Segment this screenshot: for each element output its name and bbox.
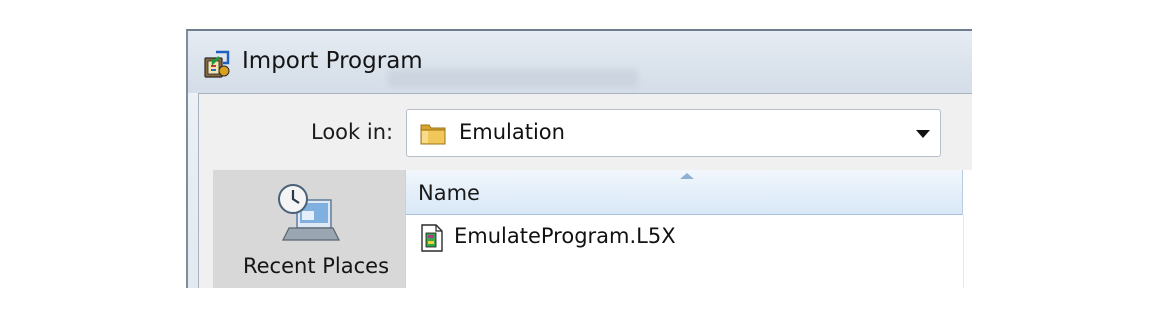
places-bar: Recent Places bbox=[213, 170, 405, 288]
list-item[interactable]: EmulateProgram.L5X bbox=[420, 222, 820, 254]
screenshot-stage: Import Program Look in: Emulation ⊙ bbox=[0, 0, 1172, 317]
file-list: Name EmulateProgram.L5X bbox=[405, 170, 972, 288]
column-header-name[interactable]: Name bbox=[406, 170, 963, 215]
title-bar[interactable]: Import Program bbox=[188, 31, 972, 93]
import-program-icon bbox=[204, 50, 230, 78]
recent-places-icon bbox=[278, 184, 340, 241]
title-bar-ghost-text bbox=[388, 69, 638, 87]
column-divider bbox=[963, 215, 964, 288]
column-header-label: Name bbox=[418, 181, 480, 205]
look-in-combobox[interactable]: Emulation bbox=[406, 109, 941, 157]
toolbar-back-icon[interactable]: ⊙ bbox=[971, 118, 972, 142]
look-in-value: Emulation bbox=[459, 120, 565, 144]
file-name: EmulateProgram.L5X bbox=[454, 224, 676, 248]
dialog-title: Import Program bbox=[242, 48, 423, 74]
chevron-down-icon[interactable] bbox=[916, 130, 930, 138]
dialog-client-area: Look in: Emulation ⊙ bbox=[198, 93, 972, 288]
sort-ascending-icon bbox=[680, 173, 694, 179]
look-in-label: Look in: bbox=[311, 120, 394, 144]
import-program-dialog: Import Program Look in: Emulation ⊙ bbox=[186, 29, 972, 288]
l5x-file-icon bbox=[421, 224, 443, 252]
folder-icon bbox=[420, 124, 446, 145]
places-item-label: Recent Places bbox=[242, 254, 390, 278]
